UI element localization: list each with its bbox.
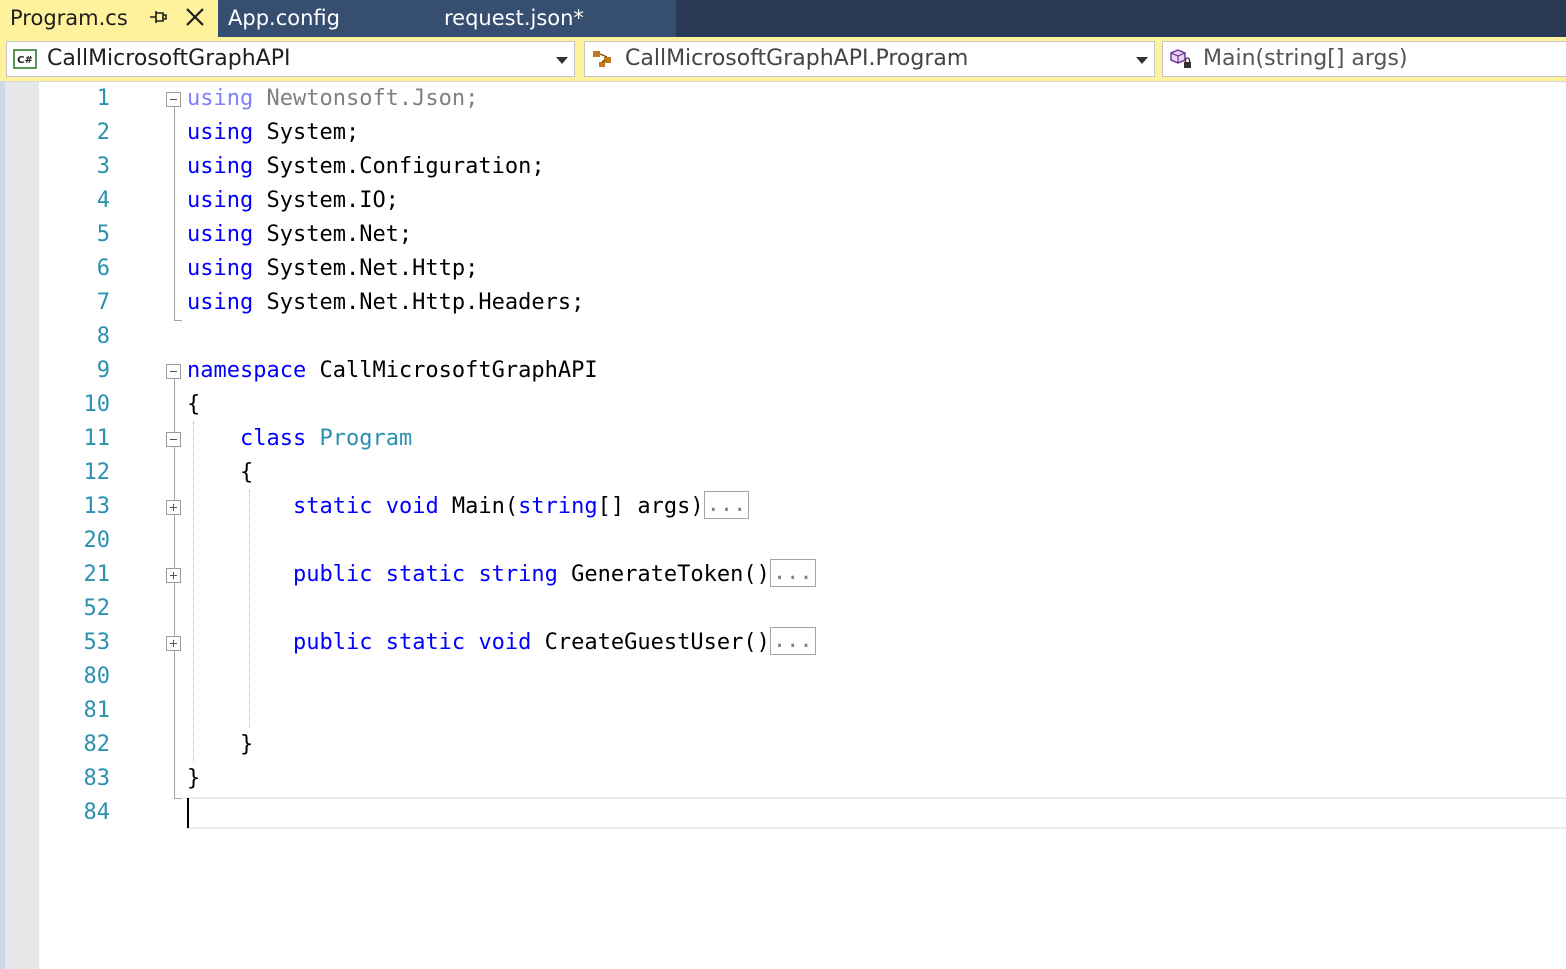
code-line-2: using System; — [187, 120, 360, 145]
tab-label: request.json* — [444, 6, 584, 30]
code-line-3: using System.Configuration; — [187, 154, 545, 179]
line-number: 11 — [83, 426, 111, 451]
code-line-82: } — [187, 732, 254, 757]
code-line-9: namespace CallMicrosoftGraphAPI — [187, 358, 598, 383]
code-editor[interactable]: 1 2 3 4 5 6 7 8 9 10 11 12 13 20 21 52 5… — [0, 82, 1566, 969]
code-line-11: class Program — [239, 426, 413, 451]
line-number: 80 — [83, 664, 111, 689]
line-number: 1 — [96, 86, 110, 111]
private-method-icon — [1170, 49, 1191, 68]
tab-program-cs[interactable]: Program.cs — [0, 0, 218, 37]
class-icon — [593, 51, 611, 67]
close-icon[interactable] — [184, 6, 206, 28]
expand-toggle-generate-token[interactable] — [166, 568, 181, 583]
line-number: 52 — [83, 596, 111, 621]
line-number: 81 — [83, 698, 111, 723]
code-line-53: public static void CreateGuestUser()... — [187, 626, 816, 660]
tab-request-json[interactable]: request.json* — [444, 0, 676, 37]
code-line-12: { — [187, 460, 254, 485]
line-number: 10 — [83, 392, 111, 417]
line-number: 3 — [96, 154, 110, 179]
tab-label: Program.cs — [10, 6, 128, 30]
navigation-bar: C# CallMicrosoftGraphAPI CallMicrosoftGr… — [0, 37, 1566, 82]
csharp-project-icon: C# — [13, 49, 37, 69]
line-number: 5 — [96, 222, 110, 247]
outline-rail-end — [174, 320, 182, 321]
indent-guide — [249, 490, 250, 728]
code-line-4: using System.IO; — [187, 188, 399, 213]
member-dropdown-value: Main(string[] args) — [1203, 46, 1408, 71]
tab-label: App.config — [228, 6, 340, 30]
outline-rail-end — [174, 798, 182, 799]
line-number: 4 — [96, 188, 110, 213]
expand-toggle-create-guest-user[interactable] — [166, 636, 181, 651]
line-number: 53 — [83, 630, 111, 655]
chevron-down-icon[interactable] — [556, 57, 568, 64]
project-dropdown[interactable]: C# CallMicrosoftGraphAPI — [6, 41, 575, 77]
tab-app-config[interactable]: App.config — [218, 0, 452, 37]
code-line-13: static void Main(string[] args)... — [187, 490, 750, 524]
line-number: 12 — [83, 460, 111, 485]
line-number: 2 — [96, 120, 110, 145]
pin-icon[interactable] — [148, 6, 168, 28]
line-number: 82 — [83, 732, 111, 757]
line-number: 13 — [83, 494, 111, 519]
current-line-highlight — [185, 797, 1566, 829]
member-dropdown[interactable]: Main(string[] args) — [1162, 41, 1566, 77]
code-line-21: public static string GenerateToken()... — [187, 558, 816, 592]
code-line-10: { — [187, 392, 201, 417]
collapse-toggle-class[interactable] — [166, 432, 181, 447]
line-number: 9 — [96, 358, 110, 383]
project-dropdown-value: CallMicrosoftGraphAPI — [47, 46, 291, 71]
code-line-5: using System.Net; — [187, 222, 413, 247]
indicator-margin[interactable] — [5, 82, 39, 969]
line-number: 21 — [83, 562, 111, 587]
code-line-83: } — [187, 766, 201, 791]
collapsed-region-main[interactable]: ... — [703, 491, 750, 519]
document-tab-strip: Program.cs App.config request.json* — [0, 0, 1566, 37]
collapse-toggle-namespace[interactable] — [166, 364, 181, 379]
svg-text:C#: C# — [17, 55, 33, 66]
text-caret — [187, 798, 189, 828]
line-number: 7 — [96, 290, 110, 315]
collapse-toggle-usings[interactable] — [166, 92, 181, 107]
code-line-1: using Newtonsoft.Json; — [187, 86, 479, 111]
type-dropdown-value: CallMicrosoftGraphAPI.Program — [625, 46, 969, 71]
collapsed-region-generate-token[interactable]: ... — [769, 559, 816, 587]
line-number: 6 — [96, 256, 110, 281]
type-dropdown[interactable]: CallMicrosoftGraphAPI.Program — [584, 41, 1155, 77]
chevron-down-icon[interactable] — [1136, 57, 1148, 64]
line-number: 83 — [83, 766, 111, 791]
line-number: 20 — [83, 528, 111, 553]
line-number: 8 — [96, 324, 110, 349]
collapsed-region-create-guest-user[interactable]: ... — [769, 627, 816, 655]
expand-toggle-main[interactable] — [166, 500, 181, 515]
code-line-6: using System.Net.Http; — [187, 256, 479, 281]
code-line-7: using System.Net.Http.Headers; — [187, 290, 585, 315]
line-number: 84 — [83, 800, 111, 825]
outline-rail-usings — [174, 107, 175, 321]
